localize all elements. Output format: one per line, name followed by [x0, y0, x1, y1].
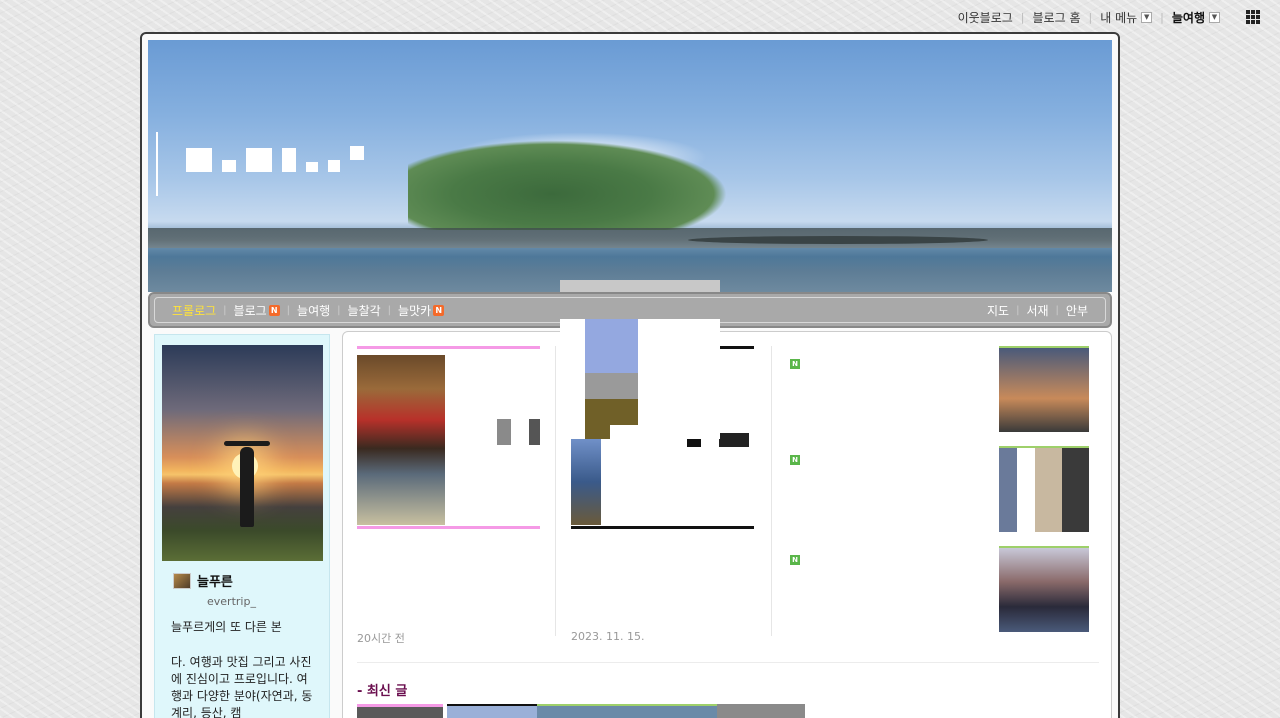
my-menu-label: 내 메뉴: [1100, 10, 1138, 25]
post-excerpt: [787, 472, 977, 514]
blog-title[interactable]: [186, 146, 364, 172]
new-badge-icon: N: [790, 358, 800, 369]
featured-card[interactable]: 20시간 전: [357, 346, 547, 645]
profile-intro: 늘푸르게의 또 다른 본 다. 여행과 맛집 그리고 사진에 진심이고 프로입니…: [171, 619, 317, 718]
tab-prologue[interactable]: 프롤로그: [165, 302, 223, 319]
divider: [555, 346, 556, 636]
post-date: 2023. 11. 15.: [571, 630, 645, 643]
nav-right: 지도 | 서재 | 안부: [980, 302, 1095, 319]
chevron-down-icon: ▼: [1141, 11, 1153, 23]
new-badge-icon: N: [433, 304, 445, 316]
current-blog-dropdown[interactable]: 늘여행 ▼: [1164, 9, 1228, 26]
section-divider: [357, 662, 1099, 663]
list-item[interactable]: N: [787, 552, 977, 647]
new-badge-icon: N: [268, 304, 280, 316]
post-thumbnail[interactable]: [999, 446, 1089, 532]
banner-rocks: [688, 236, 988, 244]
tab-map[interactable]: 지도: [980, 302, 1016, 319]
post-date: 20시간 전: [357, 632, 405, 645]
post-title[interactable]: N: [787, 356, 977, 370]
photo-person: [240, 447, 254, 527]
tab-food[interactable]: 늘맛카 N: [391, 302, 451, 319]
blog-home-link[interactable]: 블로그 홈: [1025, 9, 1089, 26]
post-excerpt: [357, 566, 540, 626]
profile-panel: 늘푸른 evertrip_ 늘푸르게의 또 다른 본 다. 여행과 맛집 그리고…: [154, 334, 330, 718]
header-banner: [148, 40, 1112, 292]
post-title[interactable]: N: [787, 552, 977, 566]
chevron-down-icon: ▼: [1209, 11, 1220, 23]
tab-label: 늘여행: [297, 303, 331, 318]
tab-travel[interactable]: 늘여행: [290, 302, 337, 319]
profile-nick-row: 늘푸른: [173, 571, 233, 590]
list-item[interactable]: N: [787, 356, 977, 451]
post-thumbnail[interactable]: [999, 546, 1089, 632]
nav-left: 프롤로그 | 블로그 N | 늘여행 | 늘찰각 | 늘맛카 N: [165, 302, 451, 319]
tab-blog[interactable]: 블로그 N: [227, 302, 287, 319]
tab-guestbook[interactable]: 안부: [1059, 302, 1095, 319]
post-excerpt: [787, 376, 977, 418]
main-content: 20시간 전 2023. 11. 15. N N N - 최신 글: [342, 331, 1112, 718]
post-thumbnail[interactable]: [717, 704, 805, 718]
profile-user-id: evertrip_: [207, 595, 256, 608]
top-bar: 이웃블로그 | 블로그 홈 | 내 메뉴 ▼ | 늘여행 ▼: [950, 6, 1280, 28]
side-thumbnails: [999, 346, 1103, 642]
post-excerpt: [787, 572, 977, 614]
recent-posts-strip: [357, 704, 807, 718]
list-item[interactable]: N: [787, 452, 977, 547]
tab-label: 늘맛카: [398, 303, 432, 318]
profile-photo[interactable]: [162, 345, 323, 561]
post-thumbnail[interactable]: [447, 704, 537, 718]
post-excerpt: [571, 566, 754, 626]
my-menu-dropdown[interactable]: 내 메뉴 ▼: [1092, 9, 1160, 26]
recent-posts-heading: - 최신 글: [357, 684, 408, 699]
post-thumbnail[interactable]: [357, 704, 443, 718]
banner-title-accent: [156, 132, 158, 196]
new-badge-icon: N: [790, 554, 800, 565]
photo-arms: [224, 441, 270, 446]
tab-label: 늘찰각: [347, 303, 381, 318]
post-thumbnail[interactable]: [999, 346, 1089, 432]
post-title[interactable]: N: [787, 452, 977, 466]
post-thumbnail[interactable]: [537, 704, 717, 718]
tab-library[interactable]: 서재: [1019, 302, 1055, 319]
tab-photo[interactable]: 늘찰각: [341, 302, 388, 319]
current-blog-label: 늘여행: [1171, 10, 1205, 25]
app-grid-icon[interactable]: [1246, 10, 1260, 24]
new-badge-icon: N: [790, 454, 800, 465]
profile-intro-line2: 다. 여행과 맛집 그리고 사진에 진심이고 프로입니다. 여행과 다양한 분야…: [171, 655, 313, 718]
popup-overlay: [560, 319, 720, 439]
divider: [771, 346, 772, 636]
post-thumbnail[interactable]: [357, 346, 540, 529]
popup-tab: [560, 280, 720, 292]
profile-intro-line1: 늘푸르게의 또 다른 본: [171, 620, 282, 634]
avatar[interactable]: [173, 572, 191, 589]
tab-label: 블로그: [233, 303, 267, 318]
banner-island: [408, 140, 728, 230]
side-post-list: N N N: [787, 342, 977, 642]
profile-nickname[interactable]: 늘푸른: [197, 571, 233, 590]
tab-label: 프롤로그: [172, 303, 217, 318]
neighbor-blog-link[interactable]: 이웃블로그: [950, 9, 1021, 26]
